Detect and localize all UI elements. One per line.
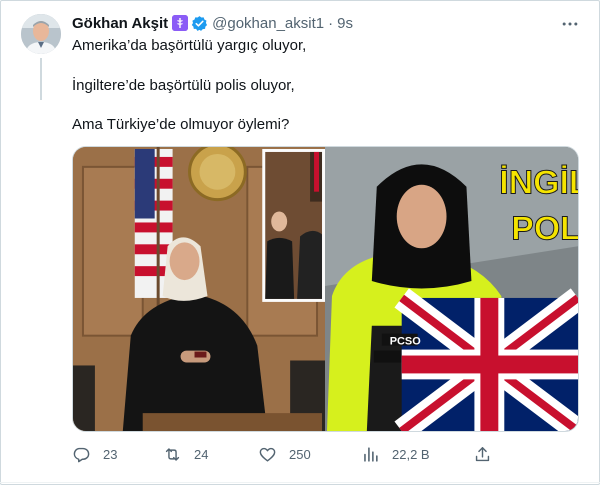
tweet-text-line-1: Amerika’da başörtülü yargıç oluyor, [72, 37, 307, 54]
tweet-text-line-2: İngiltere’de başörtülü polis oluyor, [72, 77, 295, 94]
views-button[interactable]: 22,2 B [361, 442, 430, 466]
heart-icon [258, 445, 289, 464]
share-button[interactable] [473, 442, 492, 466]
tweet-text-line-3: Ama Türkiye’de olmuyor öylemi? [72, 116, 290, 133]
reply-count: 23 [103, 446, 118, 462]
views-icon [361, 445, 392, 464]
thread-line [40, 58, 42, 100]
overlay-line-1: İNGİL [499, 164, 578, 202]
like-count: 250 [289, 446, 311, 462]
action-bar: 23 24 250 22,2 B [72, 442, 502, 466]
separator-dot: · [328, 14, 334, 32]
views-count: 22,2 B [392, 446, 430, 462]
tweet-media[interactable]: PCSO İNGİL POLİ [72, 146, 579, 432]
overlay-line-2: POLİ [511, 209, 578, 247]
like-button[interactable]: 250 [258, 442, 311, 466]
share-icon [473, 445, 492, 464]
retweet-button[interactable]: 24 [163, 442, 208, 466]
author-handle[interactable]: @gokhan_aksit1 [212, 15, 324, 32]
vest-label: PCSO [390, 336, 422, 348]
reply-icon [72, 445, 103, 464]
bottom-divider [0, 482, 600, 483]
tweet-time[interactable]: 9s [337, 15, 353, 32]
reply-button[interactable]: 23 [72, 442, 117, 466]
retweet-icon [163, 445, 194, 464]
verified-icon [191, 15, 208, 32]
medical-badge-icon [172, 15, 189, 31]
courtroom-photo [73, 147, 326, 431]
avatar[interactable] [21, 14, 61, 54]
author-name[interactable]: Gökhan Akşit [72, 15, 168, 32]
more-icon[interactable] [560, 14, 580, 34]
tweet-header: Gökhan Akşit @gokhan_aksit1 · 9s [72, 13, 353, 33]
retweet-count: 24 [194, 446, 209, 462]
